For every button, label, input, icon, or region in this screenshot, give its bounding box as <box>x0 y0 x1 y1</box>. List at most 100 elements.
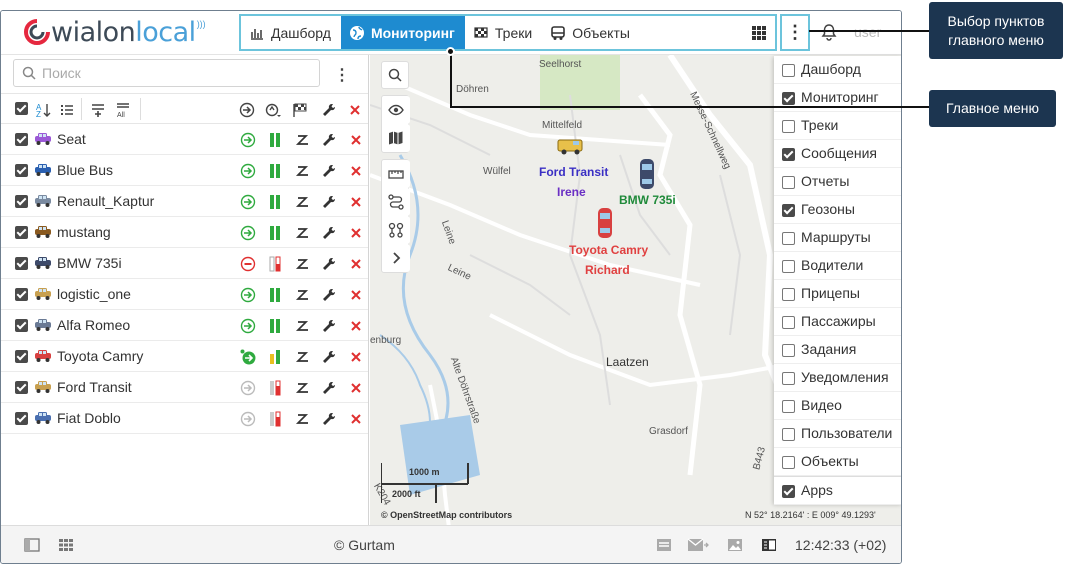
wrench-icon[interactable] <box>321 256 337 272</box>
menu-option-checkbox[interactable] <box>782 148 795 161</box>
menu-item-objects[interactable]: Объекты <box>542 16 640 49</box>
commands-icon[interactable] <box>295 194 311 210</box>
data-state-icon[interactable] <box>267 287 283 303</box>
unit-row[interactable]: Ford Transit <box>1 372 368 403</box>
apps-grid-button[interactable] <box>743 16 775 49</box>
unit-checkbox[interactable] <box>15 226 28 239</box>
follow-icon[interactable] <box>240 380 256 396</box>
menu-item-dashboard[interactable]: Дашборд <box>241 16 341 49</box>
menu-option-checkbox[interactable] <box>782 64 795 77</box>
menu-option-checkbox[interactable] <box>782 456 795 469</box>
menu-option[interactable]: Отчеты <box>774 168 901 196</box>
menu-option[interactable]: Треки <box>774 112 901 140</box>
data-state-icon[interactable] <box>267 225 283 241</box>
menu-option[interactable]: Пользователи <box>774 420 901 448</box>
delete-icon[interactable] <box>348 411 364 427</box>
sort-az-icon[interactable]: AZ <box>35 102 51 118</box>
menu-option[interactable]: Задания <box>774 336 901 364</box>
delete-icon[interactable] <box>348 256 364 272</box>
data-state-icon[interactable] <box>267 380 283 396</box>
user-name[interactable]: user <box>854 24 881 40</box>
list-icon[interactable] <box>59 102 75 118</box>
connection-state-icon[interactable] <box>265 102 281 118</box>
menu-option-checkbox[interactable] <box>782 372 795 385</box>
map-attribution[interactable]: © OpenStreetMap contributors <box>381 510 512 520</box>
wrench-icon[interactable] <box>321 318 337 334</box>
unit-row[interactable]: Renault_Kaptur <box>1 186 368 217</box>
follow-icon[interactable] <box>240 194 256 210</box>
unit-row[interactable]: logistic_one <box>1 279 368 310</box>
commands-icon[interactable] <box>295 132 311 148</box>
finish-flag-icon[interactable] <box>292 102 308 118</box>
menu-option[interactable]: Маршруты <box>774 224 901 252</box>
data-state-icon[interactable] <box>267 411 283 427</box>
unit-checkbox[interactable] <box>15 381 28 394</box>
commands-icon[interactable] <box>295 349 311 365</box>
wrench-icon[interactable] <box>321 132 337 148</box>
menu-option-checkbox[interactable] <box>782 344 795 357</box>
delete-icon[interactable] <box>348 225 364 241</box>
unit-checkbox[interactable] <box>15 288 28 301</box>
wrench-icon[interactable] <box>321 287 337 303</box>
menu-option-checkbox[interactable] <box>782 232 795 245</box>
menu-option-checkbox[interactable] <box>782 120 795 133</box>
wrench-icon[interactable] <box>321 380 337 396</box>
menu-option[interactable]: Объекты <box>774 448 901 476</box>
select-all-checkbox[interactable] <box>15 102 28 115</box>
van-marker-icon[interactable] <box>556 135 586 157</box>
coordinates-tool-button[interactable] <box>382 216 410 244</box>
commands-icon[interactable] <box>295 380 311 396</box>
commands-icon[interactable] <box>295 225 311 241</box>
delete-icon[interactable] <box>348 163 364 179</box>
unit-checkbox[interactable] <box>15 412 28 425</box>
unit-row[interactable]: Fiat Doblo <box>1 403 368 434</box>
menu-option-checkbox[interactable] <box>782 428 795 441</box>
data-state-icon[interactable] <box>267 194 283 210</box>
menu-option[interactable]: Уведомления <box>774 364 901 392</box>
unit-row[interactable]: Alfa Romeo <box>1 310 368 341</box>
commands-icon[interactable] <box>295 318 311 334</box>
car-marker-icon[interactable] <box>638 157 656 191</box>
follow-icon[interactable] <box>240 411 256 427</box>
unit-checkbox[interactable] <box>15 257 28 270</box>
add-to-list-icon[interactable] <box>90 102 106 118</box>
search-options-button[interactable]: ⋮ <box>334 65 350 85</box>
layout-toggle-icon[interactable] <box>761 538 777 552</box>
menu-option-checkbox[interactable] <box>782 400 795 413</box>
data-state-icon[interactable] <box>267 256 283 272</box>
delete-icon[interactable] <box>348 132 364 148</box>
search-box[interactable] <box>13 59 320 87</box>
messages-icon[interactable] <box>656 538 672 552</box>
menu-option[interactable]: Apps <box>774 476 901 505</box>
menu-option-checkbox[interactable] <box>782 316 795 329</box>
wrench-icon[interactable] <box>321 225 337 241</box>
commands-icon[interactable] <box>295 287 311 303</box>
menu-option-checkbox[interactable] <box>782 260 795 273</box>
show-all-icon[interactable]: All <box>115 102 131 118</box>
unit-row[interactable]: BMW 735i <box>1 248 368 279</box>
follow-icon[interactable] <box>240 225 256 241</box>
map-layers-button[interactable] <box>382 124 410 152</box>
menu-option[interactable]: Видео <box>774 392 901 420</box>
commands-icon[interactable] <box>295 256 311 272</box>
delete-icon[interactable] <box>348 318 364 334</box>
notification-bell-icon[interactable] <box>821 23 837 41</box>
data-state-icon[interactable] <box>267 349 283 365</box>
image-icon[interactable] <box>727 538 743 552</box>
car-marker-icon[interactable] <box>596 206 614 240</box>
menu-option[interactable]: Прицепы <box>774 280 901 308</box>
data-state-icon[interactable] <box>267 132 283 148</box>
menu-option-checkbox[interactable] <box>782 485 795 498</box>
grid-layout-icon[interactable] <box>58 538 74 552</box>
menu-item-tracks[interactable]: Треки <box>465 16 542 49</box>
unit-checkbox[interactable] <box>15 164 28 177</box>
wrench-icon[interactable] <box>321 411 337 427</box>
toggle-panel-icon[interactable] <box>24 538 40 552</box>
map-visibility-button[interactable] <box>382 96 410 124</box>
menu-option[interactable]: Дашборд <box>774 56 901 84</box>
route-tool-button[interactable] <box>382 188 410 216</box>
menu-option-checkbox[interactable] <box>782 176 795 189</box>
wrench-icon[interactable] <box>321 102 337 118</box>
unit-checkbox[interactable] <box>15 195 28 208</box>
stop-icon[interactable] <box>240 256 256 272</box>
